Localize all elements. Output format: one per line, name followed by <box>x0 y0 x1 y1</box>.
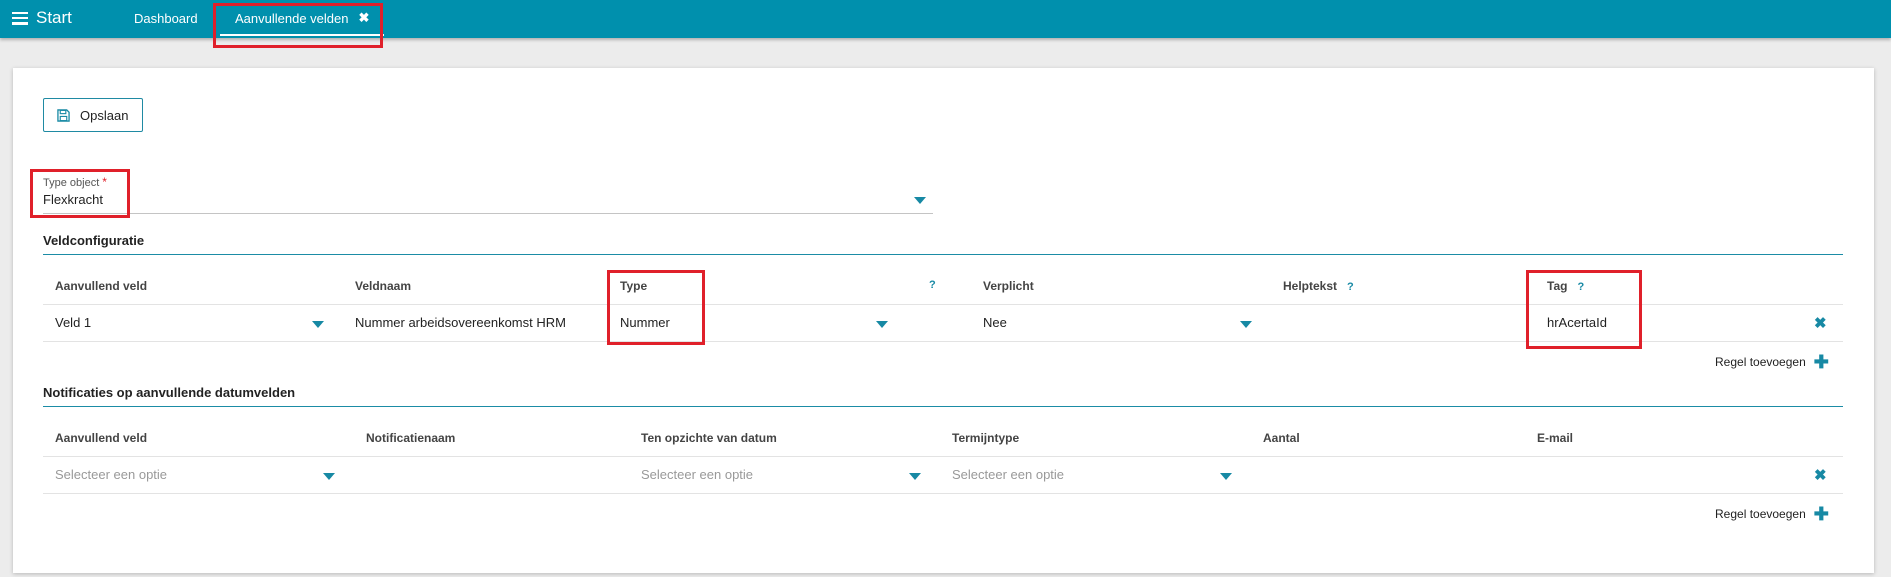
tab-aanvullende-velden[interactable]: Aanvullende velden ✖ <box>220 2 385 36</box>
chevron-down-icon[interactable] <box>1220 473 1232 480</box>
tag-input[interactable]: hrAcertaId <box>1547 315 1607 330</box>
column-header-aanvullend-veld: Aanvullend veld <box>55 431 148 445</box>
column-header-termijntype: Termijntype <box>952 431 1020 445</box>
chevron-down-icon <box>914 197 926 204</box>
ten-opzichte-van-datum-select[interactable]: Selecteer een optie <box>641 467 753 482</box>
termijntype-select[interactable]: Selecteer een optie <box>952 467 1064 482</box>
main-menu-button[interactable]: Start <box>12 6 72 30</box>
column-header-tag: Tag? <box>1547 279 1585 293</box>
chevron-down-icon[interactable] <box>312 321 324 328</box>
veldnaam-input[interactable]: Nummer arbeidsovereenkomst HRM <box>355 315 566 330</box>
save-button-label: Opslaan <box>80 107 129 123</box>
column-header-ten-opzichte-van-datum: Ten opzichte van datum <box>641 431 777 445</box>
tab-dashboard[interactable]: Dashboard <box>134 0 198 37</box>
column-header-aantal: Aantal <box>1263 431 1300 445</box>
delete-row-icon[interactable]: ✖ <box>1814 466 1827 484</box>
save-button[interactable]: Opslaan <box>43 98 143 132</box>
top-bar: Start Dashboard Aanvullende velden ✖ <box>0 0 1891 38</box>
required-mark: * <box>102 175 107 189</box>
divider <box>43 254 1843 255</box>
type-object-value: Flexkracht <box>43 192 103 207</box>
row-divider <box>43 341 1843 342</box>
delete-row-icon[interactable]: ✖ <box>1814 314 1827 332</box>
helptekst-help-icon[interactable]: ? <box>1347 281 1354 293</box>
chevron-down-icon[interactable] <box>1240 321 1252 328</box>
row-divider <box>43 456 1843 457</box>
type-help-icon[interactable]: ? <box>929 279 936 291</box>
plus-icon: ✚ <box>1813 352 1829 372</box>
aanvullend-veld-select[interactable]: Selecteer een optie <box>55 467 167 482</box>
close-tab-icon[interactable]: ✖ <box>358 10 369 26</box>
column-header-type: Type <box>620 279 648 293</box>
verplicht-select[interactable]: Nee <box>983 315 1007 330</box>
veldconfiguratie-title: Veldconfiguratie <box>43 233 145 248</box>
column-header-veldnaam: Veldnaam <box>355 279 412 293</box>
menu-label: Start <box>36 8 72 27</box>
type-object-select[interactable]: Type object * Flexkracht <box>43 175 933 214</box>
type-select[interactable]: Nummer <box>620 315 670 330</box>
aanvullend-veld-select[interactable]: Veld 1 <box>55 315 91 330</box>
tag-help-icon[interactable]: ? <box>1577 281 1584 293</box>
add-row-button[interactable]: Regel toevoegen ✚ <box>1715 353 1829 371</box>
column-header-notificatienaam: Notificatienaam <box>366 431 456 445</box>
column-header-aanvullend-veld: Aanvullend veld <box>55 279 148 293</box>
add-row-label: Regel toevoegen <box>1715 507 1806 521</box>
type-object-label: Type object * <box>43 175 107 189</box>
notificaties-title: Notificaties op aanvullende datumvelden <box>43 385 296 400</box>
chevron-down-icon[interactable] <box>323 473 335 480</box>
plus-icon: ✚ <box>1813 504 1829 524</box>
column-header-email: E-mail <box>1537 431 1574 445</box>
row-divider <box>43 493 1843 494</box>
add-row-button[interactable]: Regel toevoegen ✚ <box>1715 505 1829 523</box>
add-row-label: Regel toevoegen <box>1715 355 1806 369</box>
chevron-down-icon[interactable] <box>909 473 921 480</box>
column-header-helptekst: Helptekst? <box>1283 279 1354 293</box>
chevron-down-icon[interactable] <box>876 321 888 328</box>
column-header-verplicht: Verplicht <box>983 279 1034 293</box>
hamburger-icon <box>12 11 28 25</box>
divider <box>43 406 1843 407</box>
save-icon <box>57 108 70 122</box>
tab-label: Aanvullende velden <box>235 10 349 26</box>
row-divider <box>43 304 1843 305</box>
